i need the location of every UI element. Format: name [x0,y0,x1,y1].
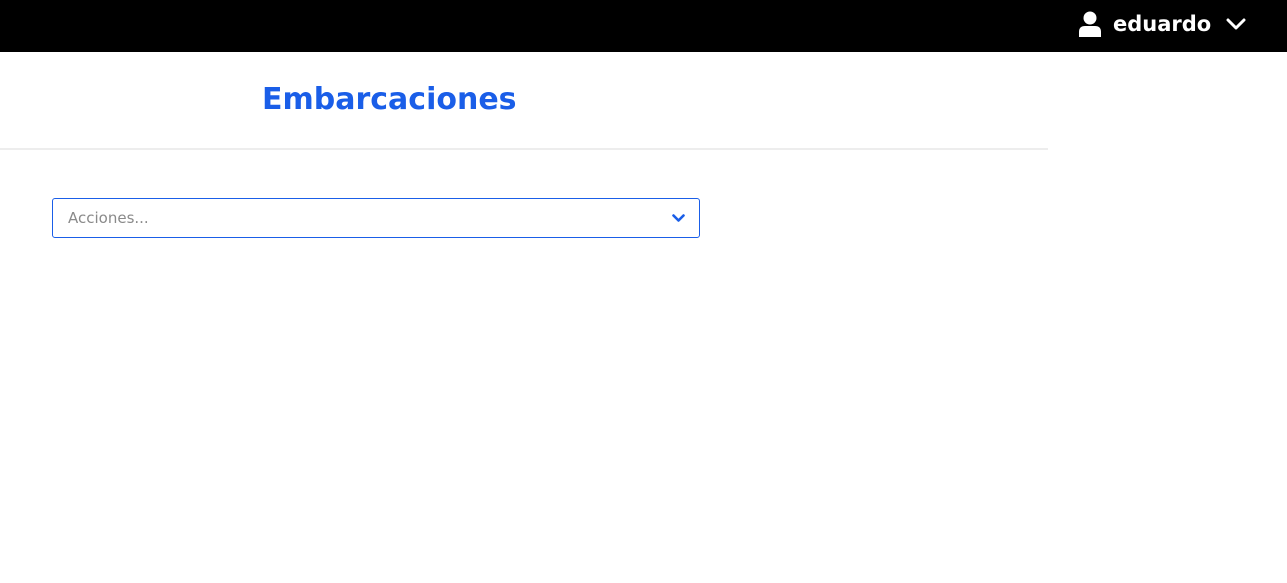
chevron-down-icon [671,211,685,225]
user-menu-toggle[interactable]: eduardo [1076,8,1247,40]
actions-placeholder: Acciones... [68,209,149,227]
page-title: Embarcaciones [262,82,517,117]
user-icon [1076,10,1104,38]
chevron-down-icon [1225,16,1247,32]
page-header: Embarcaciones [0,52,1048,150]
username-label: eduardo [1113,12,1212,36]
top-navbar: eduardo [0,0,1287,52]
actions-dropdown[interactable]: Acciones... [52,198,700,238]
